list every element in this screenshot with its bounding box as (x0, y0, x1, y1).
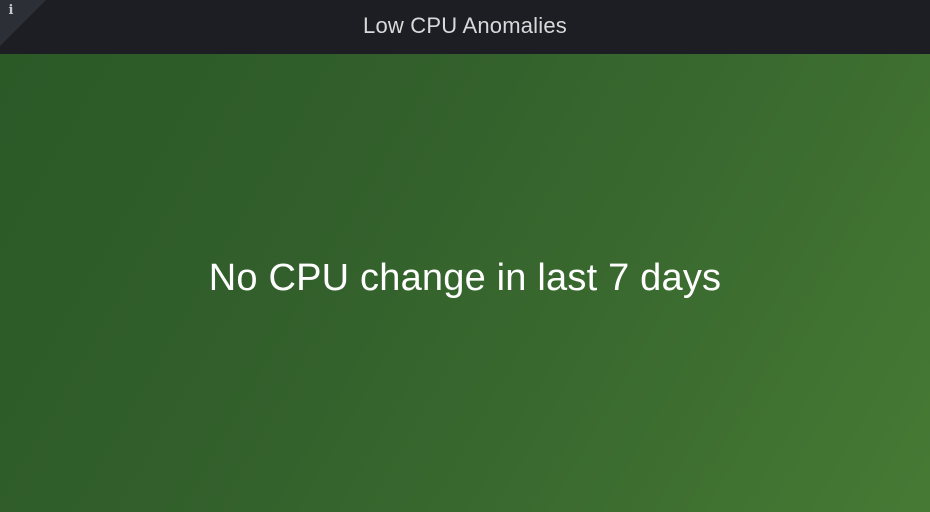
stat-panel: i Low CPU Anomalies No CPU change in las… (0, 0, 930, 512)
panel-header: i Low CPU Anomalies (0, 0, 930, 54)
panel-title[interactable]: Low CPU Anomalies (0, 0, 930, 54)
status-message: No CPU change in last 7 days (208, 256, 722, 299)
panel-body: No CPU change in last 7 days (0, 54, 930, 512)
